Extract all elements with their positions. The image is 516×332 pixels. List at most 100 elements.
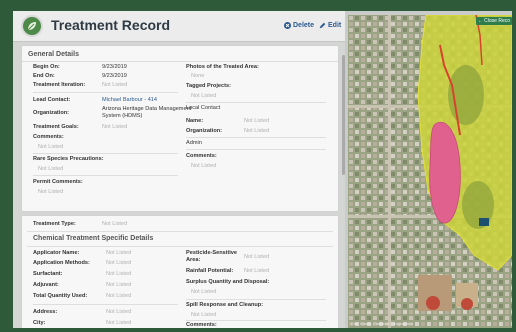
iteration-label: Treatment Iteration:: [33, 82, 86, 88]
spill-value: Not Listed: [191, 312, 217, 318]
surfactant-value: Not Listed: [106, 271, 132, 277]
divider: [27, 246, 333, 247]
panel-scrollbar[interactable]: [342, 55, 345, 175]
surfactant-label: Surfactant:: [33, 271, 63, 277]
organization-row: Organization:: [33, 110, 69, 117]
close-record-button[interactable]: ← Close Reco: [475, 17, 512, 25]
spill-label: Spill Response and Cleanup:: [186, 302, 264, 308]
rainfall-value-cell: Not Listed: [244, 268, 269, 275]
admin-comments-label: Comments:: [186, 153, 217, 159]
pesticide-value: Not Listed: [244, 254, 270, 260]
city-label: City:: [33, 320, 46, 326]
chem-comments-row: Comments:: [186, 322, 217, 328]
divider: [186, 137, 326, 138]
delete-button[interactable]: Delete: [284, 22, 314, 29]
photos-value: None: [191, 73, 205, 79]
organization-label: Organization:: [33, 110, 70, 116]
divider: [186, 102, 326, 103]
comments-label: Comments:: [33, 134, 64, 140]
iteration-row: Treatment Iteration:: [33, 82, 85, 89]
rare-species-label: Rare Species Precautions:: [33, 156, 104, 162]
applicator-label: Applicator Name:: [33, 250, 80, 256]
general-details-title: General Details: [22, 46, 338, 62]
map-credits-text: Esri, Maxar, Earthstar Geographics: [351, 321, 414, 326]
surplus-label: Surplus Quantity and Disposal:: [186, 279, 270, 285]
adjuvant-value: Not Listed: [106, 282, 132, 288]
rare-species-value-cell: Not Listed: [38, 166, 63, 173]
total-qty-value-cell: Not Listed: [106, 293, 131, 300]
spill-value-cell: Not Listed: [191, 312, 216, 319]
applicator-value-cell: Not Listed: [106, 250, 131, 257]
goals-row: Treatment Goals:: [33, 124, 79, 131]
divider: [33, 92, 178, 93]
rare-species-row: Rare Species Precautions:: [33, 156, 104, 163]
record-header: Treatment Record Delete Edit: [13, 11, 345, 42]
treatment-type-label: Treatment Type:: [33, 221, 76, 227]
admin-comments-value: Not Listed: [191, 163, 217, 169]
goals-label: Treatment Goals:: [33, 124, 79, 130]
delete-label: Delete: [293, 22, 315, 29]
lead-contact-row: Lead Contact:: [33, 97, 70, 104]
end-on-value: 9/23/2019: [102, 73, 127, 79]
leaf-icon: [27, 22, 36, 31]
surplus-value-cell: Not Listed: [191, 289, 216, 296]
edit-button[interactable]: Edit: [319, 22, 341, 29]
app-logo: [21, 15, 43, 37]
total-qty-label: Total Quantity Used:: [33, 293, 88, 299]
end-on-label: End On:: [33, 73, 55, 79]
begin-on-row: Begin On:: [33, 64, 60, 71]
pesticide-value-cell: Not Listed: [244, 254, 269, 261]
chemical-section-title: Chemical Treatment Specific Details: [33, 235, 154, 242]
pesticide-label: Pesticide-Sensitive Area:: [186, 250, 237, 263]
divider: [33, 304, 178, 305]
total-qty-row: Total Quantity Used:: [33, 293, 87, 300]
lead-contact-value-cell: Michael Barbour - 414: [102, 97, 157, 104]
begin-on-label: Begin On:: [33, 64, 60, 70]
lead-contact-link[interactable]: Michael Barbour - 414: [102, 97, 157, 103]
organization-value: Arizona Heritage Data Management System …: [102, 106, 192, 119]
admin-comments-value-cell: Not Listed: [191, 163, 216, 170]
local-contact-heading-cell: Local Contact: [186, 105, 220, 112]
methods-row: Application Methods:: [33, 260, 90, 267]
photos-row: Photos of the Treated Area:: [186, 64, 259, 71]
permit-value: Not Listed: [38, 189, 64, 195]
organization-value-cell: Arizona Heritage Data Management System …: [102, 106, 192, 119]
divider: [33, 153, 178, 154]
end-on-row: End On:: [33, 73, 55, 80]
local-name-row: Name:: [186, 118, 203, 125]
divider: [27, 231, 333, 232]
address-value-cell: Not Listed: [106, 309, 131, 316]
applicator-value: Not Listed: [106, 250, 132, 256]
spill-row: Spill Response and Cleanup:: [186, 302, 263, 309]
map-view[interactable]: ← Close Reco Esri, Maxar, Earthstar Geog…: [348, 15, 512, 328]
photos-label: Photos of the Treated Area:: [186, 64, 259, 70]
comments-value: Not Listed: [38, 144, 64, 150]
map-credits: Esri, Maxar, Earthstar Geographics: [351, 321, 413, 326]
adjuvant-row: Adjuvant:: [33, 282, 59, 289]
admin-heading-cell: Admin: [186, 140, 202, 147]
rainfall-label: Rainfall Potential:: [186, 268, 234, 274]
tagged-value-cell: Not Listed: [191, 93, 216, 100]
close-record-label: ← Close Reco: [477, 18, 510, 24]
local-name-label: Name:: [186, 118, 204, 124]
treatment-type-value-cell: Not Listed: [102, 221, 127, 228]
app-window: Treatment Record Delete Edit General Det…: [13, 11, 512, 328]
pesticide-row: Pesticide-Sensitive Area:: [186, 250, 238, 263]
divider: [33, 175, 178, 176]
pencil-icon: [319, 22, 326, 29]
total-qty-value: Not Listed: [106, 293, 132, 299]
rainfall-value: Not Listed: [244, 268, 270, 274]
goals-value: Not Listed: [102, 124, 128, 130]
local-org-label: Organization:: [186, 128, 223, 134]
divider: [186, 299, 326, 300]
treatment-type-row: Treatment Type:: [33, 221, 76, 228]
local-contact-heading: Local Contact: [186, 105, 221, 111]
surplus-value: Not Listed: [191, 289, 217, 295]
surplus-row: Surplus Quantity and Disposal:: [186, 279, 269, 286]
adjuvant-value-cell: Not Listed: [106, 282, 131, 289]
local-org-row: Organization:: [186, 128, 222, 135]
local-org-value-cell: Not Listed: [244, 128, 269, 135]
surfactant-row: Surfactant:: [33, 271, 63, 278]
tagged-projects-value: Not Listed: [191, 93, 217, 99]
surfactant-value-cell: Not Listed: [106, 271, 131, 278]
